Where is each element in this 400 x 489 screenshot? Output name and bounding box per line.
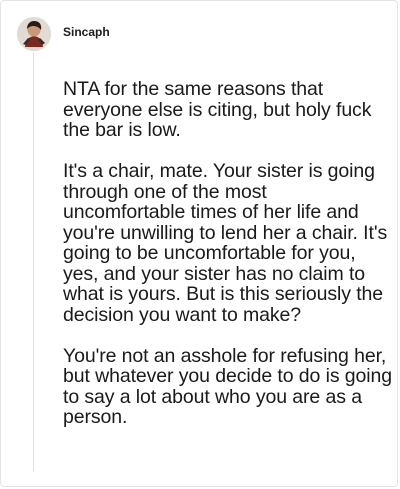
comment-paragraph: You're not an asshole for refusing her, … [63,344,393,428]
user-avatar[interactable] [17,17,51,51]
avatar-icon [17,17,51,51]
comment-paragraph: NTA for the same reasons that everyone e… [63,78,372,141]
comment-card: Sincaph NTA for the same reasons that ev… [0,0,398,487]
thread-line[interactable] [33,53,34,471]
comment-body: NTA for the same reasons that everyone e… [63,79,393,428]
username[interactable]: Sincaph [63,25,110,39]
comment-paragraph: It's a chair, mate. Your sister is going… [63,160,388,326]
